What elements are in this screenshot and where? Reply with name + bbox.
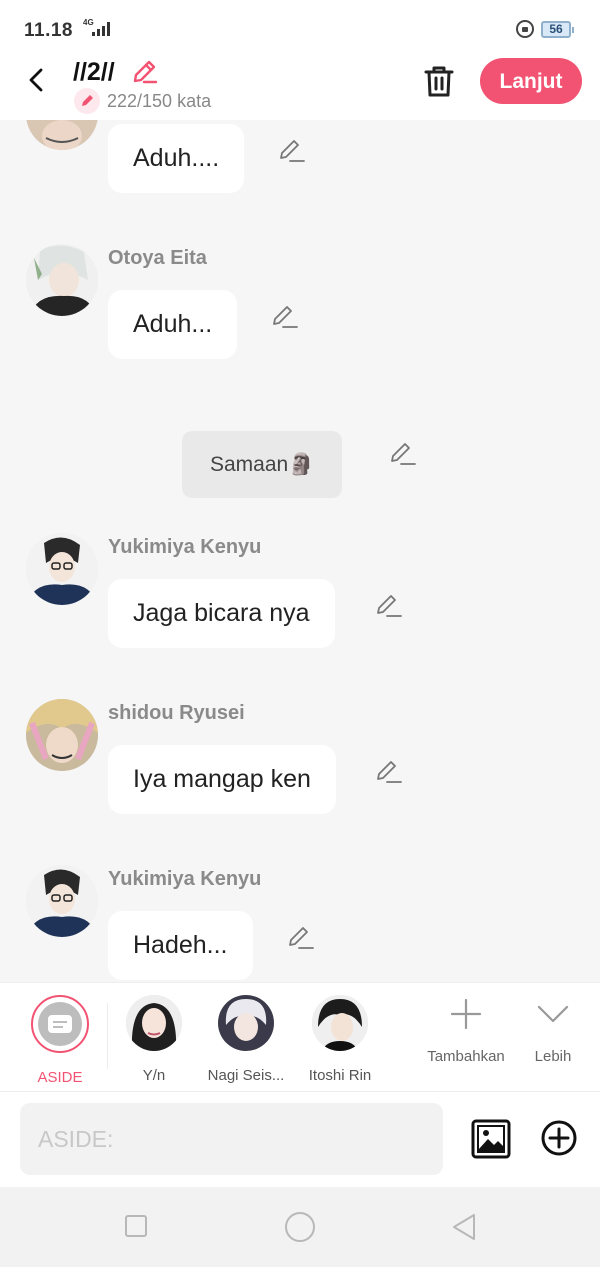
status-bar: 11.18 4G 56	[0, 0, 600, 58]
add-character-button[interactable]: Tambahkan	[426, 997, 506, 1065]
avatar	[218, 995, 274, 1051]
edit-icon[interactable]	[272, 303, 298, 329]
message-bubble[interactable]: Aduh...	[108, 290, 238, 359]
message-bubble[interactable]: Iya mangap ken	[108, 745, 336, 814]
avatar[interactable]	[26, 120, 98, 150]
avatar	[312, 995, 368, 1051]
character-label: ASIDE	[37, 1069, 83, 1086]
rotation-lock-icon	[516, 20, 534, 38]
message-bubble[interactable]: Hadeh...	[108, 911, 253, 980]
avatar[interactable]	[26, 865, 98, 937]
nav-back-icon[interactable]	[450, 1212, 478, 1242]
edit-icon[interactable]	[279, 137, 305, 163]
plus-icon	[450, 998, 482, 1030]
aside-avatar	[31, 995, 89, 1053]
word-count: 222/150 kata	[107, 91, 212, 111]
edit-icon[interactable]	[376, 758, 402, 784]
character-label: Itoshi Rin	[308, 1067, 372, 1084]
avatar[interactable]	[26, 244, 98, 316]
word-count-pencil-icon	[74, 88, 100, 114]
recent-apps-icon[interactable]	[125, 1215, 147, 1237]
divider	[107, 1003, 108, 1069]
character-name: Otoya Eita	[108, 247, 207, 269]
image-icon[interactable]	[471, 1119, 511, 1159]
more-label: Lebih	[534, 1048, 572, 1065]
pencil-icon[interactable]	[130, 58, 158, 86]
home-icon[interactable]	[285, 1212, 315, 1242]
more-button[interactable]: Lebih	[533, 997, 573, 1065]
edit-icon[interactable]	[288, 924, 314, 950]
character-itoshi-rin[interactable]: Itoshi Rin	[300, 995, 380, 1084]
next-button[interactable]: Lanjut	[480, 58, 582, 104]
character-name: Yukimiya Kenyu	[108, 536, 262, 558]
chevron-down-icon	[537, 1005, 569, 1023]
character-label: Nagi Seis...	[207, 1067, 285, 1084]
add-label: Tambahkan	[427, 1048, 505, 1065]
character-label: Y/n	[142, 1067, 166, 1084]
character-yn[interactable]: Y/n	[114, 995, 194, 1084]
avatar[interactable]	[26, 533, 98, 605]
aside-icon	[48, 1015, 72, 1033]
edit-icon[interactable]	[376, 592, 402, 618]
signal-icon	[92, 22, 110, 36]
message-bubble[interactable]: Aduh....	[108, 124, 245, 193]
message-bubble[interactable]: Jaga bicara nya	[108, 579, 335, 648]
back-icon[interactable]	[26, 68, 50, 92]
trash-icon[interactable]	[423, 64, 455, 98]
system-navigation-bar	[0, 1187, 600, 1267]
chat-list: Aduh.... Otoya Eita Aduh... Samaan🗿 Yuki…	[0, 120, 600, 982]
status-time: 11.18	[24, 20, 73, 41]
add-circle-icon[interactable]	[540, 1119, 578, 1157]
composer	[0, 1092, 600, 1187]
character-aside[interactable]: ASIDE	[20, 995, 100, 1086]
character-name: Yukimiya Kenyu	[108, 868, 262, 890]
aside-bubble[interactable]: Samaan🗿	[182, 431, 343, 498]
character-nagi[interactable]: Nagi Seis...	[206, 995, 286, 1084]
editor-header: //2// 222/150 kata Lanjut	[0, 58, 600, 120]
chapter-title[interactable]: //2//	[73, 58, 115, 87]
character-name: shidou Ryusei	[108, 702, 245, 724]
character-selector: ASIDE Y/n Nagi Seis... Itoshi Rin Tambah…	[0, 982, 600, 1092]
battery-icon: 56	[541, 21, 574, 38]
avatar	[126, 995, 182, 1051]
edit-icon[interactable]	[390, 440, 416, 466]
avatar[interactable]	[26, 699, 98, 771]
message-input[interactable]	[20, 1103, 443, 1175]
